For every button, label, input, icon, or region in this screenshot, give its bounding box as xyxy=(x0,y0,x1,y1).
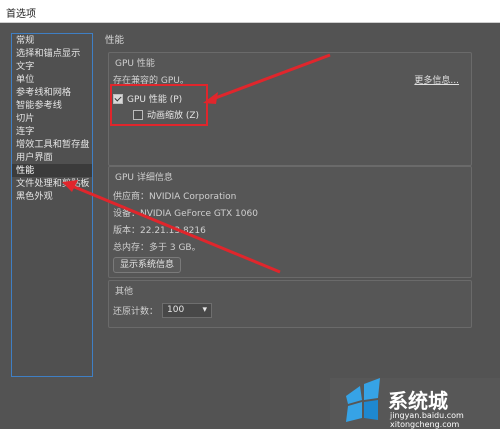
watermark-site2: xitongcheng.com xyxy=(390,420,460,429)
svg-text:系统城: 系统城 xyxy=(388,389,448,413)
annotation-arrows xyxy=(62,53,331,274)
arrow-to-performance-item xyxy=(62,180,281,274)
watermark-site: jingyan.baidu.com xyxy=(389,411,464,420)
watermark-logo: 系统城 jingyan.baidu.com xitongcheng.com xyxy=(330,378,500,429)
arrow-to-gpu-checkbox xyxy=(203,53,331,104)
